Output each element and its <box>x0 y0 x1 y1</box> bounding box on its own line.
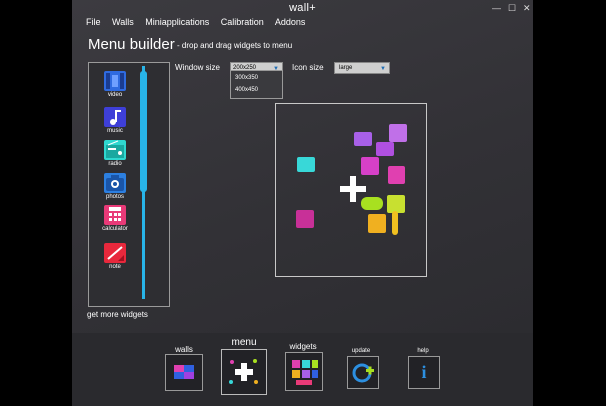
widgets-icon <box>292 360 318 385</box>
icon-size-dropdown[interactable]: large ▼ <box>334 62 390 74</box>
dice-icon[interactable] <box>368 214 386 233</box>
menu-bar: File Walls Miniapplications Calibration … <box>86 17 314 27</box>
sidebar-item-radio[interactable]: radio <box>95 140 135 167</box>
walls-button[interactable] <box>165 354 203 391</box>
walls-icon <box>174 365 194 379</box>
dollar-icon[interactable] <box>296 210 314 228</box>
help-icon: i <box>421 362 427 382</box>
sidebar-item-label: video <box>107 92 123 98</box>
twitter-icon[interactable] <box>361 157 379 175</box>
sidebar-item-music[interactable]: music <box>95 107 135 134</box>
menu-file[interactable]: File <box>86 17 101 27</box>
sidebar-scrollbar[interactable] <box>140 66 147 299</box>
window-size-option[interactable]: 300x350 <box>235 75 258 81</box>
menu-icon <box>229 359 258 384</box>
page-subtitle: - drop and drag widgets to menu <box>177 41 293 50</box>
chat-icon[interactable] <box>354 132 372 146</box>
dock-label-help: help <box>417 348 429 354</box>
update-button[interactable] <box>347 356 379 389</box>
window-title: wall+ <box>289 2 316 14</box>
sidebar-item-video[interactable]: video <box>95 71 135 98</box>
get-more-widgets-link[interactable]: get more widgets <box>87 310 148 319</box>
menu-walls[interactable]: Walls <box>112 17 134 27</box>
chevron-down-icon: ▼ <box>380 66 386 72</box>
widget-list-panel: video music radio photos calculator note <box>88 62 170 307</box>
menu-button[interactable] <box>221 349 267 395</box>
icon-size-value: large <box>339 65 353 71</box>
dock-label-widgets: widgets <box>289 342 317 351</box>
facebook-icon[interactable] <box>388 166 405 184</box>
bottom-dock: walls menu widgets update help i <box>72 333 533 406</box>
sidebar-item-note[interactable]: note <box>95 243 135 270</box>
dock-label-walls: walls <box>175 345 193 354</box>
music-note-icon <box>104 107 126 127</box>
radio-icon[interactable] <box>297 157 315 172</box>
menu-calibration[interactable]: Calibration <box>221 17 264 27</box>
widgets-button[interactable] <box>285 352 323 391</box>
sidebar-item-label: note <box>109 264 121 270</box>
app-window: wall+ — ☐ ✕ File Walls Miniapplications … <box>72 0 533 406</box>
radio-icon <box>104 140 126 160</box>
note-icon <box>104 243 126 263</box>
menu-addons[interactable]: Addons <box>275 17 306 27</box>
scrollbar-thumb[interactable] <box>140 71 147 192</box>
menu-miniapplications[interactable]: Miniapplications <box>145 17 209 27</box>
maximize-icon[interactable]: ☐ <box>508 3 516 14</box>
minimize-icon[interactable]: — <box>492 3 501 13</box>
page-title: Menu builder <box>88 36 175 53</box>
help-button[interactable]: i <box>408 356 440 389</box>
sidebar-item-label: photos <box>105 194 124 200</box>
update-icon <box>352 363 374 383</box>
window-size-option[interactable]: 400x450 <box>235 87 258 93</box>
icon-size-label: Icon size <box>292 63 324 72</box>
close-icon[interactable]: ✕ <box>523 3 531 14</box>
dock-label-update: update <box>351 348 371 354</box>
mail-icon[interactable] <box>376 142 394 156</box>
window-size-label: Window size <box>175 63 220 72</box>
sidebar-item-calculator[interactable]: calculator <box>95 205 135 232</box>
calculator-icon <box>104 205 126 225</box>
sidebar-item-photos[interactable]: photos <box>95 173 135 200</box>
title-bar: wall+ — ☐ ✕ <box>72 0 533 16</box>
thermometer-icon[interactable] <box>392 211 398 235</box>
weather-icon[interactable] <box>361 197 383 210</box>
film-icon <box>104 71 126 91</box>
sidebar-item-label: calculator <box>102 226 128 232</box>
camera-icon <box>104 173 126 193</box>
menu-canvas[interactable] <box>275 103 427 277</box>
sidebar-item-label: music <box>107 128 123 134</box>
window-size-options: 300x350 400x450 <box>230 70 283 99</box>
sidebar-item-label: radio <box>108 161 122 167</box>
rss-icon[interactable] <box>389 124 407 142</box>
dock-label-menu: menu <box>231 337 257 348</box>
